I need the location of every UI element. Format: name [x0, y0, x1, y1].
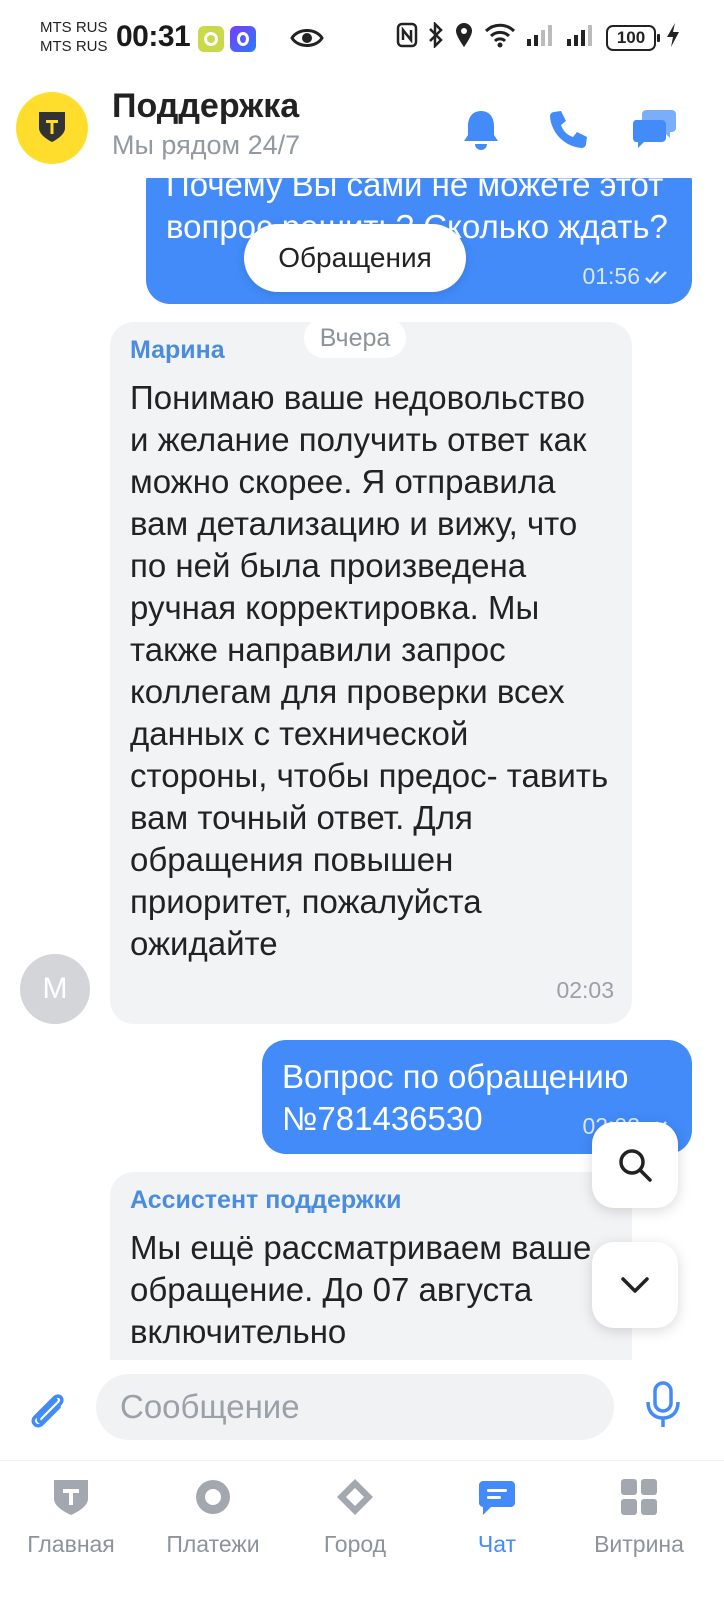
sender-name: Ассистент поддержки	[130, 1186, 402, 1214]
chat-icon	[479, 1481, 515, 1515]
page-title: Поддержка	[112, 87, 300, 125]
eye-icon	[290, 26, 324, 55]
app-notification-icon-2	[230, 26, 256, 52]
message-input[interactable]	[96, 1374, 614, 1440]
requests-button[interactable]: Обращения	[244, 224, 466, 292]
location-icon	[454, 22, 474, 53]
message-time: 01:56	[582, 263, 670, 290]
chat-messages[interactable]: Почему Вы сами не можете этот вопрос реш…	[0, 178, 724, 1390]
nav-label: Главная	[27, 1531, 115, 1557]
page-subtitle: Мы рядом 24/7	[112, 130, 301, 160]
city-diamond-icon	[337, 1479, 373, 1515]
nav-showcase[interactable]: Витрина	[574, 1477, 704, 1558]
charging-icon	[666, 22, 680, 53]
wifi-icon	[484, 22, 516, 53]
signal-icon-1	[526, 23, 556, 52]
attach-icon[interactable]	[26, 1388, 70, 1437]
bluetooth-icon	[428, 20, 444, 53]
chevron-down-icon	[621, 1277, 649, 1293]
message-incoming[interactable]: Ассистент поддержки Мы ещё рассматриваем…	[110, 1172, 632, 1390]
message-incoming[interactable]: Марина Понимаю ваше недовольство и желан…	[110, 322, 632, 1024]
home-shield-icon	[54, 1480, 88, 1515]
nav-label: Чат	[477, 1531, 517, 1557]
nav-label: Город	[323, 1531, 387, 1557]
status-time: 00:31	[116, 20, 191, 53]
nav-city[interactable]: Город	[290, 1477, 420, 1558]
carrier-2: MTS RUS	[40, 38, 108, 55]
operator-avatar[interactable]: М	[20, 954, 90, 1024]
read-checkmarks-icon	[645, 270, 667, 284]
payments-icon	[196, 1480, 230, 1514]
bell-icon[interactable]	[458, 106, 504, 152]
status-bar: MTS RUS MTS RUS 00:31 100	[0, 0, 724, 82]
status-icons: 100	[396, 20, 680, 53]
microphone-icon[interactable]	[644, 1380, 682, 1435]
bottom-navigation: Главная Платежи Город Чат Витрина	[0, 1460, 724, 1600]
phone-icon[interactable]	[545, 106, 591, 152]
carrier-labels: MTS RUS MTS RUS	[40, 18, 108, 56]
nav-label: Витрина	[594, 1531, 684, 1557]
signal-icon-2	[566, 23, 596, 52]
nfc-icon	[396, 22, 418, 53]
chat-header: Поддержка Мы рядом 24/7	[0, 82, 724, 178]
bank-logo-icon	[39, 112, 65, 142]
message-time: 02:03	[556, 977, 614, 1003]
message-text: Понимаю ваше недовольство и желание полу…	[130, 379, 609, 962]
date-separator: Вчера	[304, 318, 406, 358]
nav-home[interactable]: Главная	[6, 1477, 136, 1558]
showcase-grid-icon	[621, 1479, 657, 1515]
nav-label: Платежи	[166, 1531, 260, 1557]
search-messages-button[interactable]	[592, 1122, 678, 1208]
chats-icon[interactable]	[632, 106, 678, 152]
search-icon	[619, 1149, 652, 1182]
support-avatar[interactable]	[16, 92, 88, 164]
carrier-1: MTS RUS	[40, 19, 108, 36]
nav-payments[interactable]: Платежи	[148, 1477, 278, 1558]
message-text: Мы ещё рассматриваем ваше обращение. До …	[130, 1229, 592, 1350]
app-notification-icon	[198, 26, 224, 52]
battery-indicator: 100	[606, 24, 660, 51]
support-chat-screen: MTS RUS MTS RUS 00:31 100 Поддержка Мы р…	[0, 0, 724, 1600]
nav-chat[interactable]: Чат	[432, 1477, 562, 1558]
scroll-down-button[interactable]	[592, 1242, 678, 1328]
message-composer	[0, 1360, 724, 1460]
